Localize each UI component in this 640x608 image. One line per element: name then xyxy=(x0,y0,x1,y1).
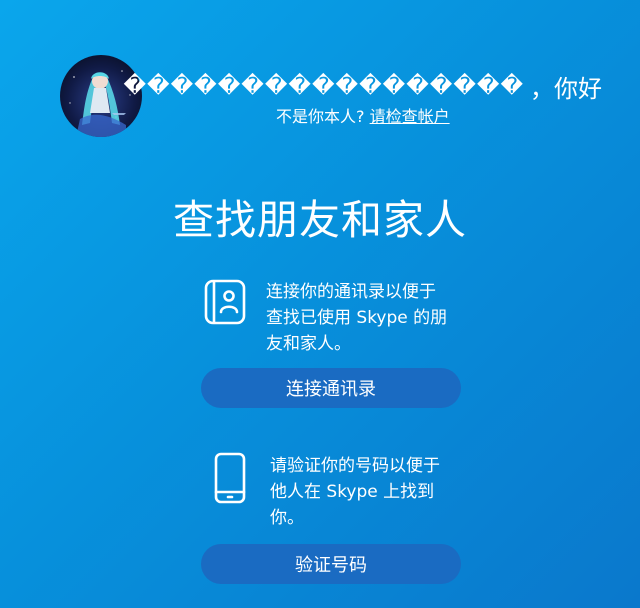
greeting-line: ����������������� ，你好 xyxy=(124,68,603,104)
phone-description-line: 请验证你的号码以便于 xyxy=(270,456,440,476)
greeting-suffix: ，你好 xyxy=(530,74,602,103)
page-title: 查找朋友和家人 xyxy=(173,196,467,244)
contacts-description-line: 连接你的通讯录以便于 xyxy=(266,282,436,302)
contacts-description: 连接你的通讯录以便于 查找已使用 Skype 的朋 友和家人。 xyxy=(266,279,447,357)
smartphone-icon xyxy=(212,452,248,504)
connect-contacts-button[interactable]: 连接通讯录 xyxy=(201,368,461,408)
contacts-description-line: 友和家人。 xyxy=(266,334,351,354)
not-you-text: 不是你本人? xyxy=(276,107,365,126)
phone-description-line: 他人在 Skype 上找到 xyxy=(270,482,435,502)
check-account-link[interactable]: 请检查帐户 xyxy=(370,107,450,126)
phone-description: 请验证你的号码以便于 他人在 Skype 上找到 你。 xyxy=(270,453,440,531)
user-display-name: ����������������� xyxy=(123,73,524,99)
contacts-description-line: 查找已使用 Skype 的朋 xyxy=(266,308,448,328)
phone-description-line: 你。 xyxy=(270,508,304,528)
verify-number-button[interactable]: 验证号码 xyxy=(201,544,461,584)
account-check-line: 不是你本人? 请检查帐户 xyxy=(276,103,450,127)
contact-book-icon xyxy=(203,279,247,325)
